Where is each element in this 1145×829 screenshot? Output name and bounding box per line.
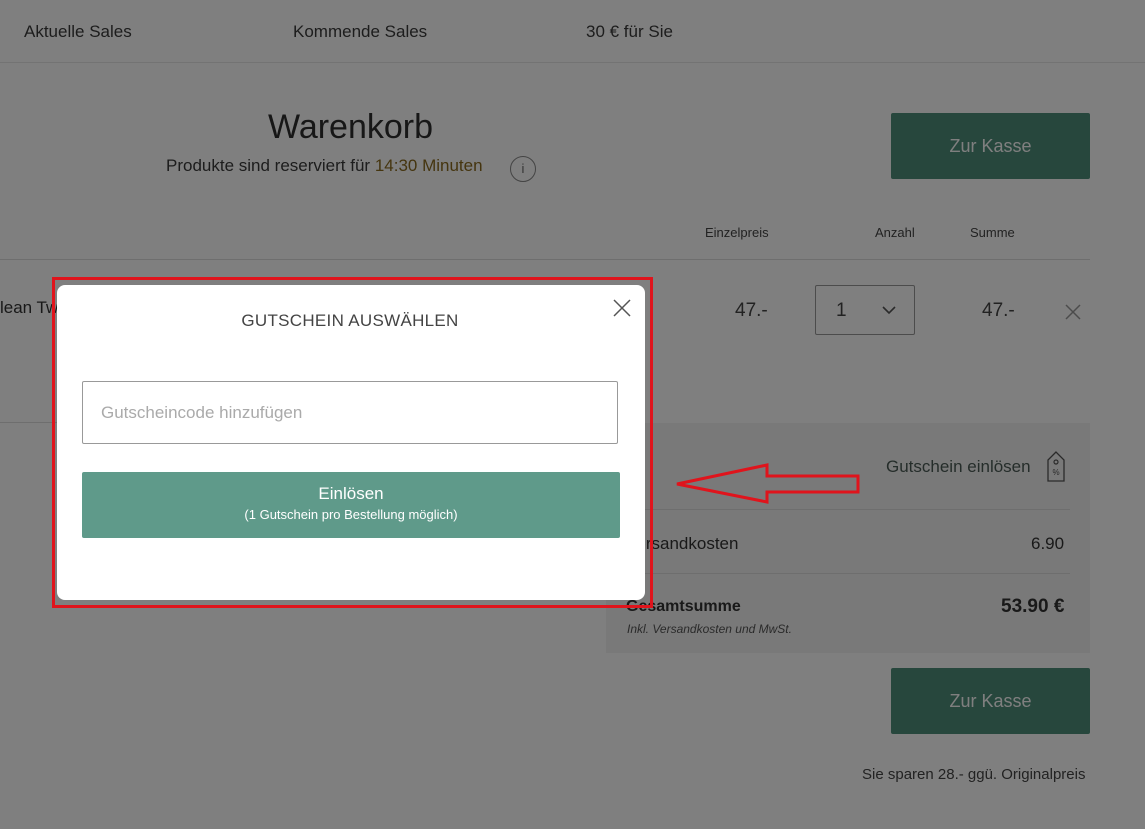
arrow-left-icon [675,462,865,509]
highlight-box [52,277,653,608]
